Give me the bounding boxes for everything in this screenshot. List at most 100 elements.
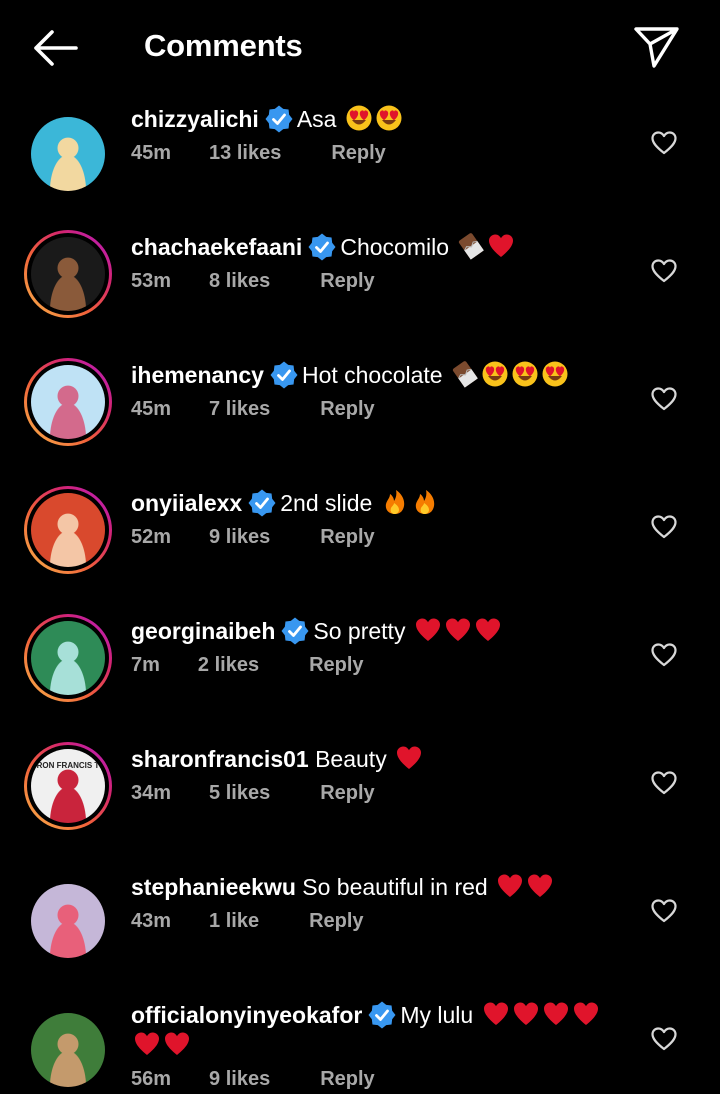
likes-count[interactable]: 8 likes [209, 270, 270, 293]
like-button[interactable] [651, 899, 677, 923]
comment-line: ihemenancy Hot chocolate [131, 360, 611, 390]
avatar[interactable] [24, 614, 112, 702]
red-heart-emoji [543, 1002, 568, 1025]
avatar[interactable] [24, 358, 112, 446]
comment-line: sharonfrancis01 Beauty [131, 744, 611, 774]
likes-count[interactable]: 9 likes [209, 1068, 270, 1091]
timestamp: 7m [131, 654, 160, 676]
verified-badge-icon [368, 1001, 396, 1029]
comment-meta: 53m 8 likes Reply [131, 270, 611, 293]
reply-button[interactable]: Reply [320, 270, 374, 293]
heart-outline-icon [651, 643, 677, 667]
red-heart-emoji [489, 234, 514, 257]
avatar[interactable] [24, 877, 112, 965]
comment-body: georginaibeh So pretty 7m 2 likes Reply [131, 616, 611, 677]
paper-plane-icon [634, 27, 679, 68]
heart-outline-icon [651, 515, 677, 539]
timestamp: 45m [131, 398, 172, 420]
avatar-image: RON FRANCIS T [31, 749, 105, 823]
heart-outline-icon [651, 259, 677, 283]
like-button[interactable] [651, 259, 677, 283]
avatar-image [31, 1013, 105, 1087]
reply-button[interactable]: Reply [320, 1068, 374, 1091]
share-button[interactable] [632, 24, 680, 70]
like-button[interactable] [651, 643, 677, 667]
comment-meta: 52m 9 likes Reply [131, 526, 611, 549]
likes-count[interactable]: 2 likes [198, 654, 259, 677]
likes-count[interactable]: 1 like [209, 910, 259, 933]
comment-body: officialonyinyeokafor My lulu 56m 9 likes R… [131, 1000, 611, 1091]
username-link[interactable]: chachaekefaani [131, 234, 302, 260]
reply-button[interactable]: Reply [309, 654, 363, 677]
comment-meta: 7m 2 likes Reply [131, 654, 611, 677]
comment-meta: 34m 5 likes Reply [131, 782, 611, 805]
comment-text: So pretty [313, 618, 412, 644]
comment-meta: 45m 7 likes Reply [131, 398, 611, 421]
heart-eyes-emoji [512, 361, 538, 387]
chocolate-emoji [459, 233, 485, 260]
likes-count[interactable]: 7 likes [209, 398, 270, 421]
username-link[interactable]: stephanieekwu [131, 874, 296, 900]
username-link[interactable]: officialonyinyeokafor [131, 1002, 362, 1028]
username-link[interactable]: ihemenancy [131, 362, 264, 388]
reply-button[interactable]: Reply [320, 782, 374, 805]
comment-text: My lulu [400, 1002, 480, 1028]
comment-body: chachaekefaani Chocomilo 53m 8 likes Reply [131, 232, 611, 293]
back-button[interactable] [30, 28, 80, 68]
username-link[interactable]: onyiialexx [131, 490, 242, 516]
page-title: Comments [144, 28, 303, 63]
timestamp: 56m [131, 1068, 172, 1090]
avatar[interactable] [24, 230, 112, 318]
reply-button[interactable]: Reply [320, 398, 374, 421]
red-heart-emoji [513, 1002, 538, 1025]
red-heart-emoji [397, 746, 422, 769]
username-link[interactable]: georginaibeh [131, 618, 275, 644]
verified-badge-icon [270, 361, 298, 389]
comment-body: onyiialexx 2nd slide 52m 9 likes Reply [131, 488, 611, 549]
comment-line: officialonyinyeokafor My lulu [131, 1000, 611, 1030]
like-button[interactable] [651, 515, 677, 539]
like-button[interactable] [651, 771, 677, 795]
likes-count[interactable]: 9 likes [209, 526, 270, 549]
comment-row: officialonyinyeokafor My lulu 56m 9 likes R… [0, 100, 720, 1090]
back-arrow-icon [34, 30, 78, 66]
avatar-image [31, 365, 105, 439]
comment-text: Chocomilo [340, 234, 456, 260]
comment-meta: 56m 9 likes Reply [131, 1068, 611, 1091]
reply-button[interactable]: Reply [309, 910, 363, 933]
username-link[interactable]: sharonfrancis01 [131, 746, 309, 772]
timestamp: 34m [131, 782, 172, 804]
red-heart-emoji [445, 618, 470, 641]
timestamp: 43m [131, 910, 172, 932]
heart-outline-icon [651, 1027, 677, 1051]
avatar-image [31, 621, 105, 695]
comment-body: stephanieekwu So beautiful in red 43m 1 l… [131, 872, 611, 933]
red-heart-emoji [475, 618, 500, 641]
like-button[interactable] [651, 1027, 677, 1051]
avatar[interactable] [24, 486, 112, 574]
likes-count[interactable]: 5 likes [209, 782, 270, 805]
heart-outline-icon [651, 387, 677, 411]
fire-emoji [385, 490, 404, 514]
timestamp: 53m [131, 270, 172, 292]
red-heart-emoji [528, 874, 553, 897]
timestamp: 52m [131, 526, 172, 548]
comment-text: 2nd slide [280, 490, 379, 516]
heart-eyes-emoji [482, 361, 508, 387]
heart-outline-icon [651, 899, 677, 923]
comment-text: Beauty [315, 746, 394, 772]
avatar[interactable]: RON FRANCIS T [24, 742, 112, 830]
reply-button[interactable]: Reply [320, 526, 374, 549]
verified-badge-icon [248, 489, 276, 517]
avatar[interactable] [24, 1006, 112, 1094]
red-heart-emoji [415, 618, 440, 641]
fire-emoji [415, 490, 434, 514]
chocolate-emoji [452, 361, 478, 388]
verified-badge-icon [308, 233, 336, 261]
comment-body: ihemenancy Hot chocolate 45m 7 likes Reply [131, 360, 611, 421]
red-heart-emoji [483, 1002, 508, 1025]
red-heart-emoji [498, 874, 523, 897]
verified-badge-icon [281, 617, 309, 645]
like-button[interactable] [651, 387, 677, 411]
avatar-image [31, 884, 105, 958]
